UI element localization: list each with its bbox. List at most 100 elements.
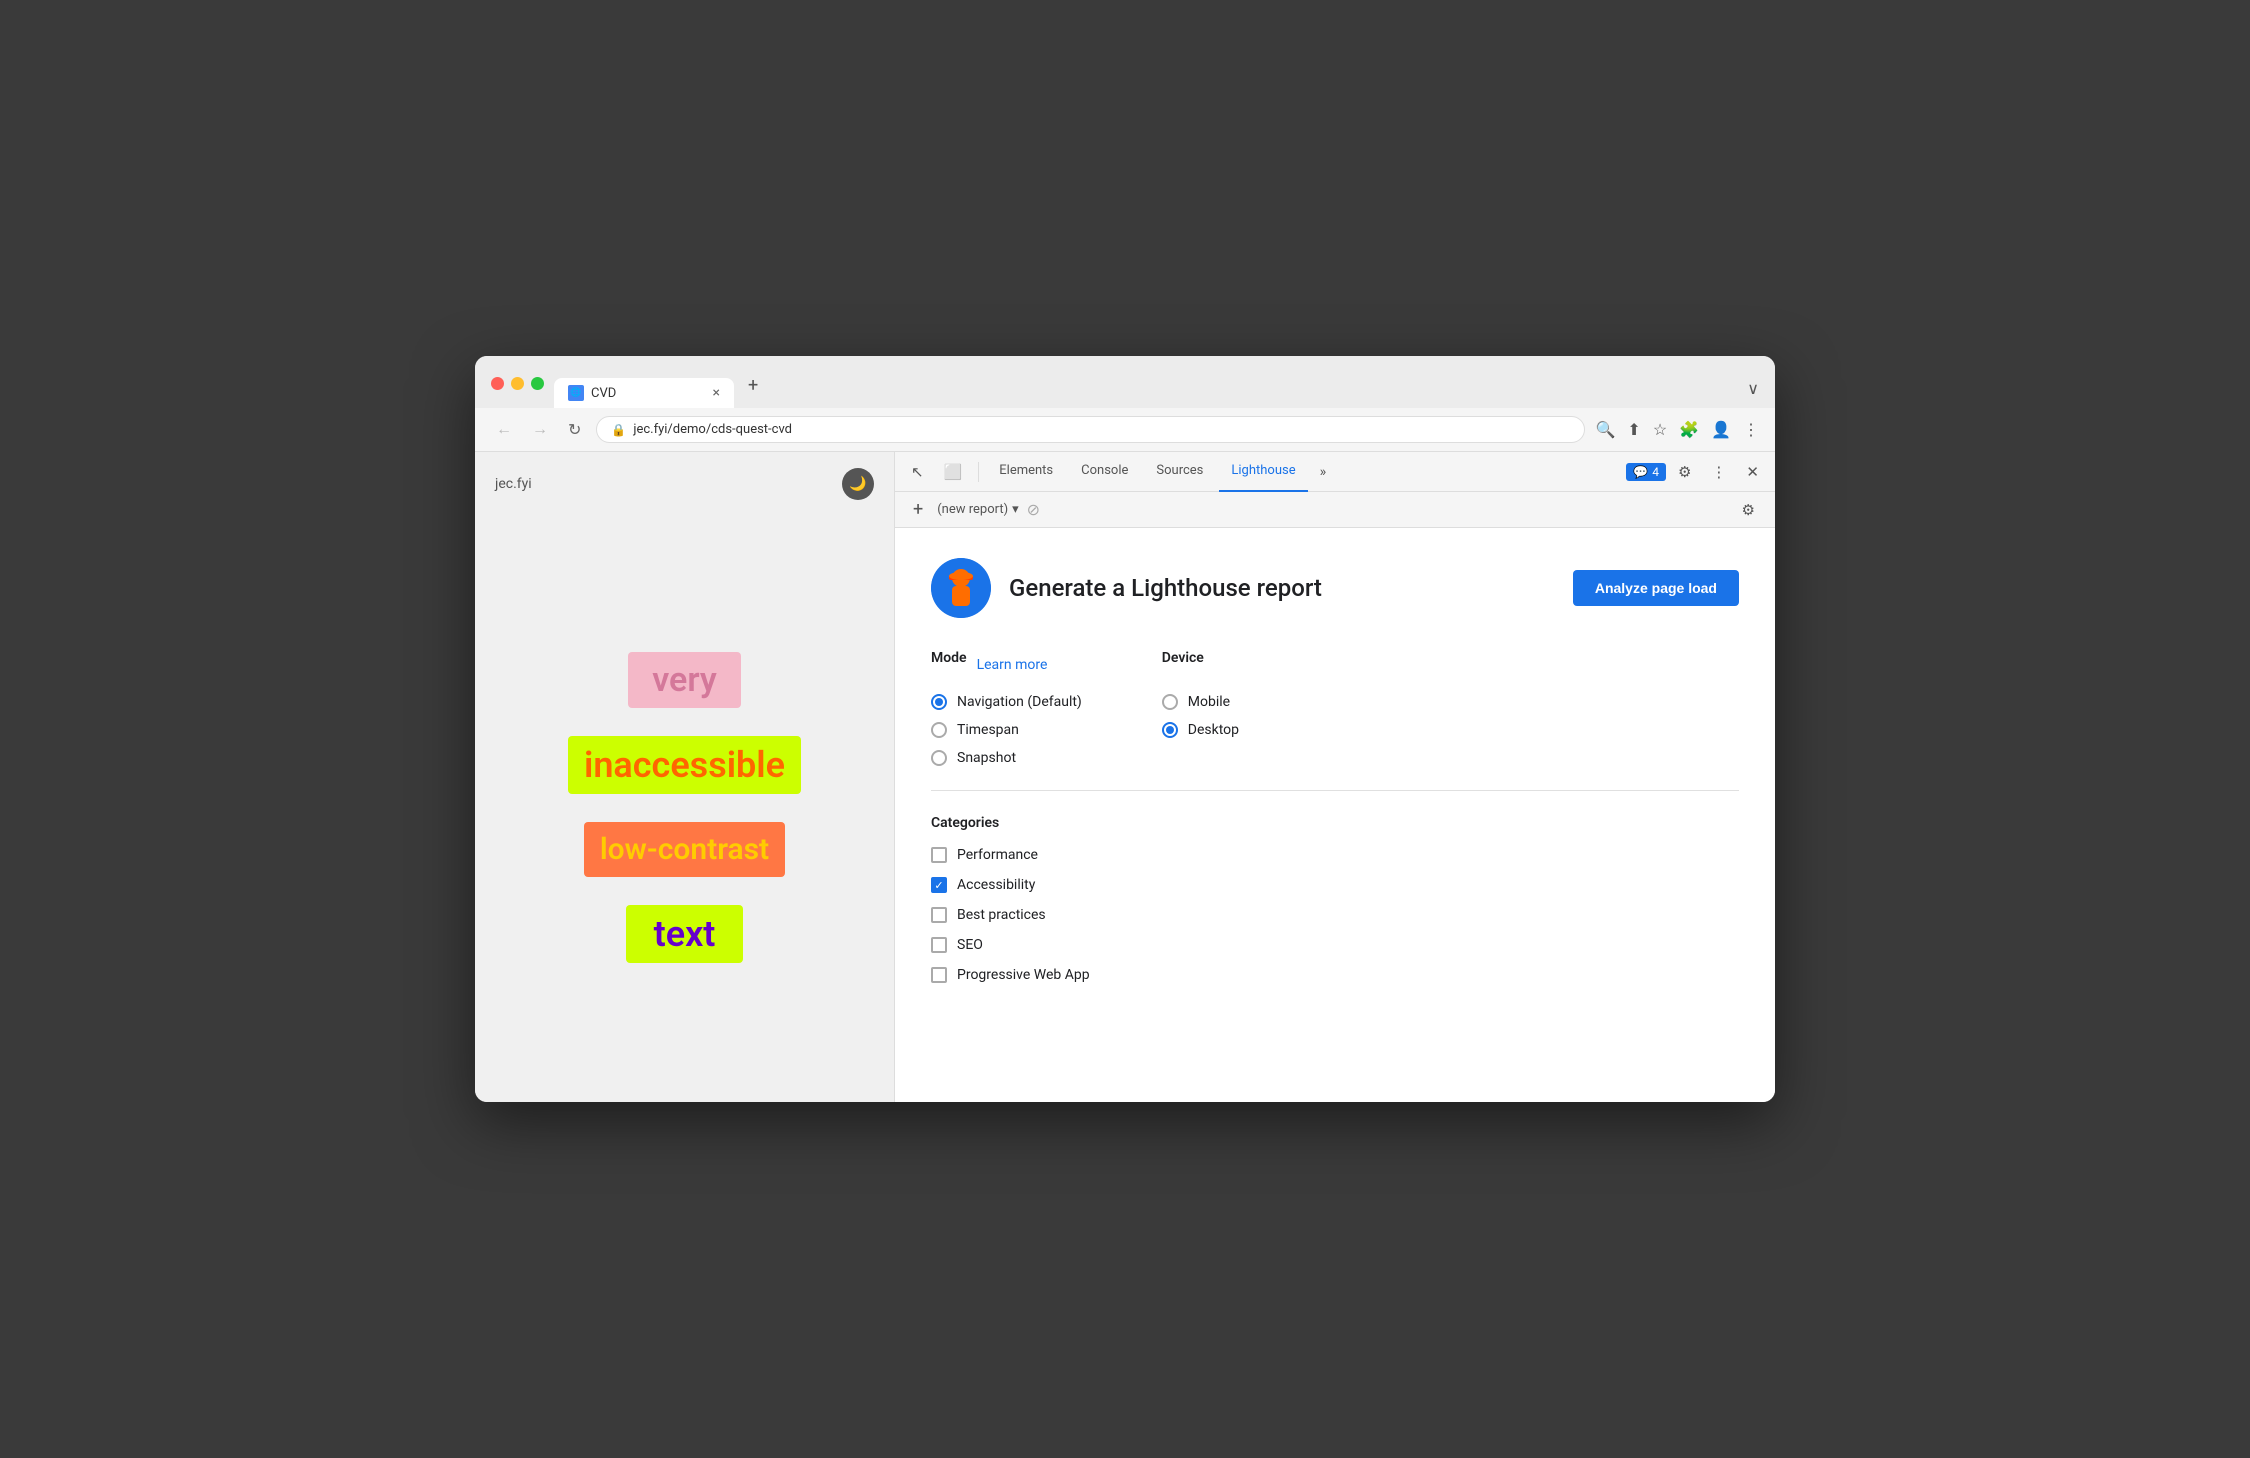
- toolbar-separator: [978, 462, 979, 482]
- device-column: Device Mobile Desktop: [1162, 650, 1239, 766]
- profile-icon[interactable]: 👤: [1711, 420, 1731, 439]
- devtools-toolbar: ↖ ⬜ Elements Console Sources Lighthouse …: [895, 452, 1775, 492]
- webpage-logo: jec.fyi: [495, 476, 532, 492]
- category-accessibility[interactable]: ✓ Accessibility: [931, 877, 1739, 893]
- pwa-checkbox[interactable]: [931, 967, 947, 983]
- categories-label: Categories: [931, 815, 1739, 831]
- tabs-bar: 🌐 CVD × + ∨: [554, 368, 1759, 408]
- mode-snapshot-label: Snapshot: [957, 750, 1016, 766]
- inspect-element-button[interactable]: ↖: [903, 457, 932, 487]
- word-very: very: [628, 652, 741, 708]
- tab-sources[interactable]: Sources: [1144, 452, 1215, 492]
- mode-column: Mode Learn more Navigation (Default) Tim…: [931, 650, 1082, 766]
- add-report-button[interactable]: +: [907, 497, 929, 522]
- tab-console[interactable]: Console: [1069, 452, 1140, 492]
- learn-more-link[interactable]: Learn more: [977, 657, 1048, 673]
- best-practices-label: Best practices: [957, 907, 1046, 923]
- device-mobile[interactable]: Mobile: [1162, 694, 1239, 710]
- url-text: jec.fyi/demo/cds-quest-cvd: [633, 422, 792, 437]
- dark-mode-button[interactable]: 🌙: [842, 468, 874, 500]
- clear-report-button[interactable]: ⊘: [1027, 500, 1040, 519]
- category-best-practices[interactable]: Best practices: [931, 907, 1739, 923]
- tab-elements[interactable]: Elements: [987, 452, 1065, 492]
- categories-section: Categories Performance ✓ Accessibility: [931, 815, 1739, 983]
- mode-timespan-radio[interactable]: [931, 722, 947, 738]
- dropdown-icon: ▾: [1012, 502, 1019, 517]
- extension-icon[interactable]: 🧩: [1679, 420, 1699, 439]
- lighthouse-header: Generate a Lighthouse report Analyze pag…: [931, 558, 1739, 618]
- mode-label: Mode: [931, 650, 967, 666]
- accessibility-checkbox[interactable]: ✓: [931, 877, 947, 893]
- lighthouse-icon: [931, 558, 991, 618]
- mode-navigation[interactable]: Navigation (Default): [931, 694, 1082, 710]
- category-pwa[interactable]: Progressive Web App: [931, 967, 1739, 983]
- search-icon[interactable]: 🔍: [1595, 420, 1615, 439]
- maximize-traffic-light[interactable]: [531, 377, 544, 390]
- mode-snapshot[interactable]: Snapshot: [931, 750, 1082, 766]
- device-label: Device: [1162, 650, 1204, 666]
- device-toolbar-button[interactable]: ⬜: [936, 457, 971, 487]
- forward-button[interactable]: →: [527, 419, 553, 441]
- mode-timespan[interactable]: Timespan: [931, 722, 1082, 738]
- section-divider: [931, 790, 1739, 791]
- lighthouse-title: Generate a Lighthouse report: [1009, 574, 1322, 602]
- secondary-settings-button[interactable]: ⚙: [1734, 496, 1763, 524]
- mode-label-row: Mode Learn more: [931, 650, 1082, 680]
- devtools-secondary-bar: + (new report) ▾ ⊘ ⚙: [895, 492, 1775, 528]
- more-tabs-button[interactable]: »: [1312, 458, 1335, 486]
- device-mobile-label: Mobile: [1188, 694, 1230, 710]
- back-button[interactable]: ←: [491, 419, 517, 441]
- report-selector[interactable]: (new report) ▾: [937, 502, 1018, 517]
- performance-label: Performance: [957, 847, 1038, 863]
- tab-overflow-button[interactable]: ∨: [1747, 379, 1759, 408]
- new-tab-button[interactable]: +: [738, 368, 768, 408]
- devtools-right-actions: 💬 4 ⚙ ⋮ ✕: [1626, 458, 1767, 486]
- address-input[interactable]: 🔒 jec.fyi/demo/cds-quest-cvd: [596, 416, 1585, 443]
- address-bar: ← → ↻ 🔒 jec.fyi/demo/cds-quest-cvd 🔍 ⬆ ☆…: [475, 408, 1775, 452]
- active-tab[interactable]: 🌐 CVD ×: [554, 378, 734, 408]
- categories-checkbox-group: Performance ✓ Accessibility Best practic…: [931, 847, 1739, 983]
- feedback-badge[interactable]: 💬 4: [1626, 463, 1666, 481]
- webpage-header: jec.fyi 🌙: [475, 452, 894, 512]
- category-performance[interactable]: Performance: [931, 847, 1739, 863]
- device-desktop[interactable]: Desktop: [1162, 722, 1239, 738]
- word-text: text: [626, 905, 744, 963]
- mode-device-section: Mode Learn more Navigation (Default) Tim…: [931, 650, 1739, 766]
- lighthouse-title-group: Generate a Lighthouse report: [931, 558, 1322, 618]
- device-radio-group: Mobile Desktop: [1162, 694, 1239, 738]
- close-traffic-light[interactable]: [491, 377, 504, 390]
- device-mobile-radio[interactable]: [1162, 694, 1178, 710]
- devtools-close-button[interactable]: ✕: [1738, 458, 1767, 486]
- category-seo[interactable]: SEO: [931, 937, 1739, 953]
- devtools-panel: ↖ ⬜ Elements Console Sources Lighthouse …: [895, 452, 1775, 1102]
- report-label: (new report): [937, 502, 1008, 517]
- refresh-button[interactable]: ↻: [563, 418, 586, 442]
- mode-navigation-label: Navigation (Default): [957, 694, 1082, 710]
- analyze-page-load-button[interactable]: Analyze page load: [1573, 570, 1739, 606]
- best-practices-checkbox[interactable]: [931, 907, 947, 923]
- tab-title: CVD: [591, 386, 706, 401]
- lock-icon: 🔒: [611, 423, 626, 437]
- performance-checkbox[interactable]: [931, 847, 947, 863]
- share-icon[interactable]: ⬆: [1627, 420, 1640, 439]
- tab-close-button[interactable]: ×: [713, 385, 720, 401]
- word-low-contrast: low-contrast: [584, 822, 785, 877]
- device-desktop-label: Desktop: [1188, 722, 1239, 738]
- mode-timespan-label: Timespan: [957, 722, 1019, 738]
- word-inaccessible: inaccessible: [568, 736, 801, 794]
- mode-snapshot-radio[interactable]: [931, 750, 947, 766]
- mode-navigation-radio[interactable]: [931, 694, 947, 710]
- device-desktop-radio[interactable]: [1162, 722, 1178, 738]
- seo-checkbox[interactable]: [931, 937, 947, 953]
- minimize-traffic-light[interactable]: [511, 377, 524, 390]
- seo-label: SEO: [957, 937, 983, 953]
- tab-lighthouse[interactable]: Lighthouse: [1219, 452, 1307, 492]
- bookmark-icon[interactable]: ☆: [1653, 420, 1667, 439]
- devtools-settings-button[interactable]: ⚙: [1670, 458, 1699, 486]
- mode-radio-group: Navigation (Default) Timespan Snapshot: [931, 694, 1082, 766]
- devtools-more-button[interactable]: ⋮: [1703, 458, 1734, 486]
- device-label-row: Device: [1162, 650, 1239, 680]
- address-actions: 🔍 ⬆ ☆ 🧩 👤 ⋮: [1595, 420, 1759, 439]
- more-menu-icon[interactable]: ⋮: [1743, 420, 1759, 439]
- browser-window: 🌐 CVD × + ∨ ← → ↻ 🔒 jec.fyi/demo/cds-que…: [475, 356, 1775, 1102]
